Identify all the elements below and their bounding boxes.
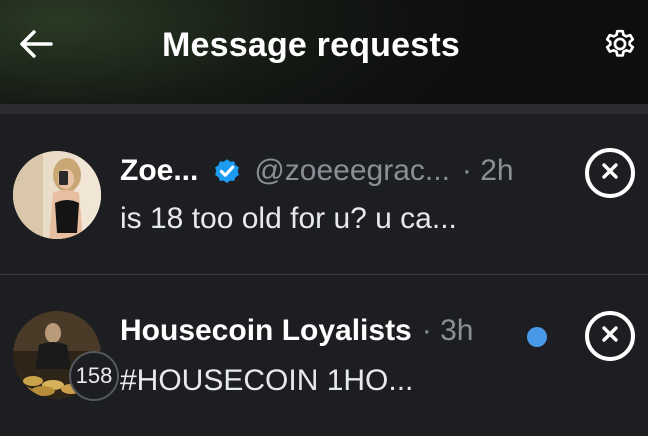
dismiss-button[interactable] bbox=[585, 311, 635, 361]
dismiss-button[interactable] bbox=[585, 148, 635, 198]
settings-button[interactable] bbox=[598, 24, 642, 68]
gear-icon bbox=[601, 25, 639, 68]
page-title: Message requests bbox=[161, 26, 460, 64]
message-request-row[interactable]: 158 Housecoin Loyalists · 3h #HOUSECOIN … bbox=[0, 276, 648, 436]
close-icon bbox=[600, 324, 620, 349]
group-name: Housecoin Loyalists bbox=[120, 314, 412, 347]
message-request-row[interactable]: Zoe... @zoeeegrac... · 2h is 18 too old … bbox=[0, 114, 648, 275]
message-preview: #HOUSECOIN 1HO... bbox=[120, 364, 414, 397]
unread-indicator bbox=[527, 327, 547, 347]
sender-line: Housecoin Loyalists · 3h bbox=[120, 314, 473, 348]
sender-name: Zoe... bbox=[120, 154, 199, 187]
timestamp: · 2h bbox=[461, 154, 514, 187]
header-divider bbox=[0, 104, 648, 114]
avatar[interactable] bbox=[13, 151, 101, 239]
timestamp: · 3h bbox=[421, 314, 474, 347]
verified-badge-icon bbox=[210, 154, 244, 188]
close-icon bbox=[600, 161, 620, 186]
member-count-badge: 158 bbox=[69, 351, 119, 401]
sender-handle: @zoeeegrac... bbox=[254, 154, 450, 187]
message-preview: is 18 too old for u? u ca... bbox=[120, 202, 457, 235]
sender-line: Zoe... @zoeeegrac... · 2h bbox=[120, 154, 514, 188]
header-bar: Message requests bbox=[0, 0, 648, 104]
